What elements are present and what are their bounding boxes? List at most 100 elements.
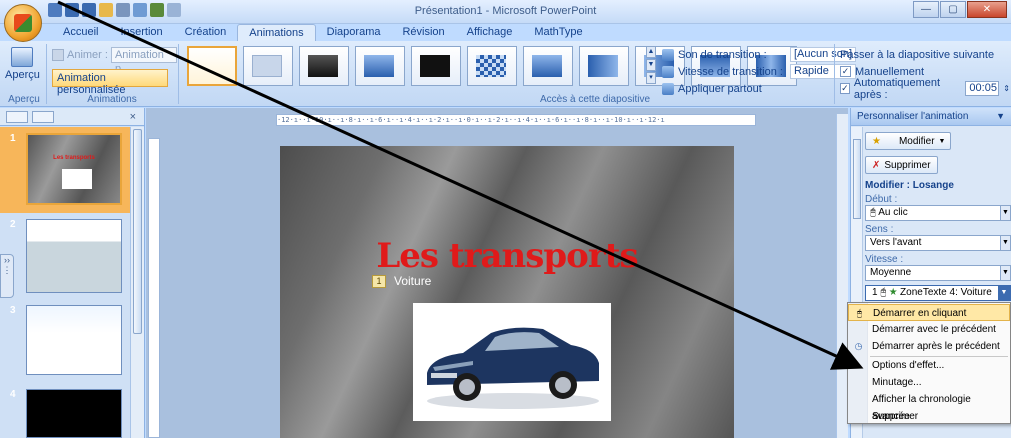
tab-affichage[interactable]: Affichage (456, 24, 524, 42)
chevron-down-icon: ▼ (938, 137, 946, 145)
ribbon: Aperçu Aperçu Animer : Animation p... An… (0, 41, 1011, 107)
transition-down-thumb[interactable] (523, 46, 573, 86)
vitesse-select[interactable]: Moyenne ▼ (865, 265, 1011, 281)
slide-editor: ·12·ı··ı·10·ı··ı·8·ı··ı·6·ı··ı·4·ı··ı·2·… (146, 108, 848, 438)
auto-checkbox[interactable]: ✓ (840, 83, 850, 94)
next-slide-header: Passer à la diapositive suivante (840, 48, 995, 61)
bullet-item[interactable]: 1 Voiture (372, 274, 431, 288)
tab-animations[interactable]: Animations (237, 24, 316, 42)
slide-number: 4 (10, 389, 16, 400)
scroll-thumb[interactable] (133, 129, 142, 334)
clock-icon: ◷ (854, 341, 863, 351)
effect-star-icon: ★ (889, 287, 898, 298)
menu-item-advanced-timeline[interactable]: Afficher la chronologie avancée (848, 391, 1010, 422)
group-separator (178, 44, 179, 104)
transition-blue-thumb[interactable] (355, 46, 405, 86)
menu-item-label: Options d'effet... (872, 360, 945, 371)
close-button[interactable]: ✕ (967, 1, 1007, 18)
arrow-down-icon (532, 55, 562, 77)
preview-slide-icon (11, 47, 33, 67)
animer-dropdown[interactable]: Animation p... (110, 47, 177, 75)
slide-thumbnail: Les transports (26, 133, 122, 205)
slide-number: 2 (10, 219, 16, 230)
tab-accueil[interactable]: Accueil (52, 24, 109, 42)
context-menu: 🖰 Démarrer en cliquant Démarrer avec le … (847, 302, 1011, 424)
vitesse-value: Moyenne (870, 267, 912, 278)
gallery-more-icon[interactable]: ▾ (646, 72, 656, 84)
custom-animation-button[interactable]: Animation personnalisée (52, 69, 168, 96)
slide-thumbnail-item[interactable]: 2 (0, 219, 130, 299)
manual-checkbox[interactable]: ✓ (840, 66, 851, 77)
slide-thumbnail-item[interactable]: 4 (0, 389, 130, 438)
slide-list: 1 Les transports 2 3 4 (0, 127, 130, 438)
spin-icon[interactable]: ⇕ (1003, 84, 1010, 93)
minimize-button[interactable]: — (913, 1, 939, 18)
tab-insertion[interactable]: Insertion (109, 24, 173, 42)
slide-number: 3 (10, 305, 16, 316)
panel-expand-handle-icon[interactable]: ›› ⋮ (0, 254, 14, 298)
scroll-thumb[interactable] (853, 139, 861, 219)
sens-select[interactable]: Vers l'avant ▼ (865, 235, 1011, 251)
slide-title[interactable]: Les transports (280, 236, 734, 276)
transition-none-thumb[interactable] (187, 46, 237, 86)
menu-item-timing[interactable]: Minutage... (848, 374, 1010, 391)
tab-revision[interactable]: Révision (391, 24, 455, 42)
chevron-down-icon[interactable]: ▼ (996, 111, 1005, 122)
menu-item-start-with-previous[interactable]: Démarrer avec le précédent (848, 321, 1010, 338)
slide-thumbnail-item[interactable]: 1 Les transports (0, 127, 130, 213)
sound-icon (662, 48, 674, 61)
title-bar: Présentation1 - Microsoft PowerPoint — ▢… (0, 0, 1011, 24)
group-label-animations: Animations (87, 94, 137, 105)
animation-list-item[interactable]: 1 🖰 ★ ZoneTexte 4: Voiture ▼ (865, 285, 1011, 301)
office-button[interactable] (4, 4, 42, 42)
vitesse-label: Vitesse : (865, 254, 904, 265)
menu-item-delete[interactable]: Supprimer (848, 408, 1010, 425)
close-icon[interactable]: × (130, 111, 136, 123)
transition-dark-thumb[interactable] (299, 46, 349, 86)
appliquer-partout-button[interactable]: Appliquer partout (678, 83, 762, 95)
modifier-button[interactable]: ★ Modifier ▼ (865, 132, 951, 150)
menu-item-effect-options[interactable]: Options d'effet... (848, 357, 1010, 374)
transition-thumb-icon (476, 55, 506, 77)
chevron-down-icon: ▼ (1000, 236, 1010, 250)
bullet-text: Voiture (394, 274, 432, 288)
apercu-button[interactable]: Aperçu (5, 47, 40, 87)
transition-left-thumb[interactable] (579, 46, 629, 86)
chevron-down-icon: ▼ (1000, 266, 1010, 280)
gallery-down-icon[interactable]: ▼ (646, 59, 656, 71)
slides-panel: × 1 Les transports 2 3 4 (0, 108, 145, 438)
debut-select[interactable]: 🖰 Au clic ▼ (865, 205, 1011, 221)
menu-item-label: Démarrer après le précédent (872, 341, 1000, 352)
office-logo-icon (14, 14, 32, 32)
group-label-apercu: Aperçu (8, 94, 40, 105)
effect-title: Modifier : Losange (865, 180, 954, 191)
tab-mathtype[interactable]: MathType (523, 24, 593, 42)
vertical-ruler (148, 138, 160, 438)
car-image[interactable] (413, 303, 611, 421)
menu-item-label: Démarrer avec le précédent (872, 324, 996, 335)
gallery-scroller[interactable]: ▲ ▼ ▾ (646, 46, 656, 86)
slide-thumbnail (26, 219, 122, 293)
tab-creation[interactable]: Création (174, 24, 238, 42)
transition-thumb-icon (308, 55, 338, 77)
slides-scrollbar[interactable] (130, 127, 144, 438)
transition-fade-thumb[interactable] (243, 46, 293, 86)
maximize-button[interactable]: ▢ (940, 1, 966, 18)
transition-checker-thumb[interactable] (467, 46, 517, 86)
gallery-up-icon[interactable]: ▲ (646, 46, 656, 58)
transition-black-thumb[interactable] (411, 46, 461, 86)
debut-value: Au clic (878, 207, 908, 218)
supprimer-button[interactable]: ✗ Supprimer (865, 156, 938, 174)
list-item-text: ZoneTexte 4: Voiture (900, 287, 992, 298)
slides-tab-icon[interactable] (6, 110, 28, 123)
animer-label: Animer : (67, 49, 108, 61)
slide-thumbnail-item[interactable]: 3 (0, 305, 130, 385)
chevron-down-icon[interactable]: ▼ (998, 286, 1010, 300)
tab-diaporama[interactable]: Diaporama (316, 24, 392, 42)
chevron-down-icon: ▼ (1000, 206, 1010, 220)
outline-tab-icon[interactable] (32, 110, 54, 123)
advance-slide-settings: Passer à la diapositive suivante ✓ Manue… (840, 46, 1010, 101)
menu-item-start-after-previous[interactable]: ◷ Démarrer après le précédent (848, 338, 1010, 355)
current-slide[interactable]: Les transports 1 Voiture (280, 146, 734, 438)
menu-item-start-on-click[interactable]: 🖰 Démarrer en cliquant (848, 304, 1010, 321)
